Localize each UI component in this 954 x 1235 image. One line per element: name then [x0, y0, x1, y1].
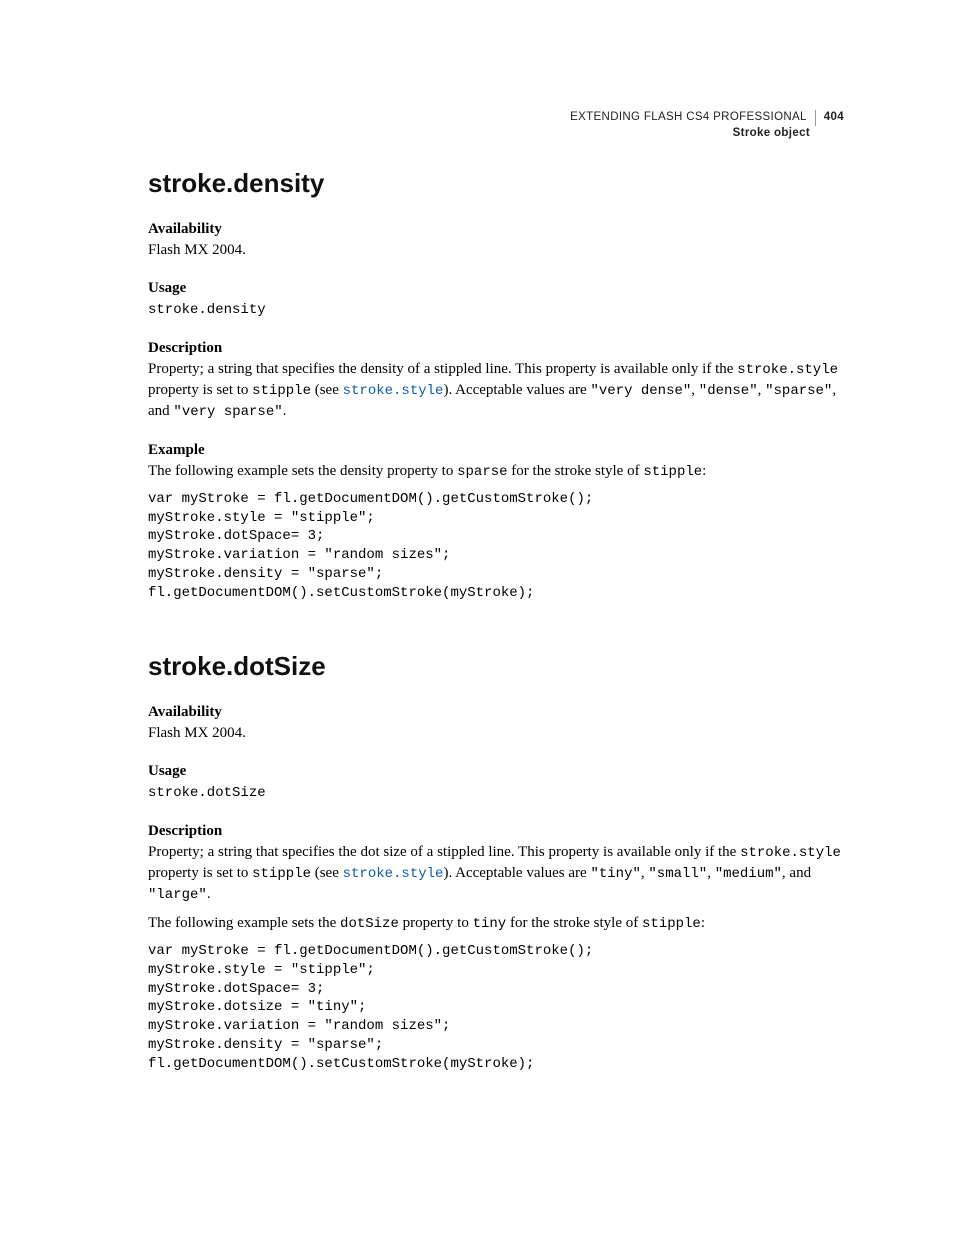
desc-text: , and [782, 865, 811, 881]
section-title-density: stroke.density [148, 168, 844, 199]
example-text: for the stroke style of [506, 915, 642, 931]
desc-text: , [707, 865, 715, 881]
desc-value: "sparse" [765, 383, 832, 399]
desc-text: . [207, 886, 211, 902]
desc-value: "medium" [715, 866, 782, 882]
desc-text: ). Acceptable values are [443, 382, 590, 398]
example-code-block: var myStroke = fl.getDocumentDOM().getCu… [148, 490, 844, 603]
description-text: Property; a string that specifies the de… [148, 359, 844, 422]
example-code-inline: stipple [642, 916, 701, 932]
chapter-label: Stroke object [570, 126, 844, 142]
section-title-dotsize: stroke.dotSize [148, 651, 844, 682]
desc-text: ). Acceptable values are [443, 865, 590, 881]
desc-text: property is set to [148, 865, 252, 881]
desc-value: "very sparse" [173, 404, 282, 420]
desc-text: . [283, 403, 287, 419]
example-intro: The following example sets the density p… [148, 461, 844, 482]
desc-code: stroke.style [740, 845, 841, 861]
example-intro: The following example sets the dotSize p… [148, 913, 844, 934]
availability-heading: Availability [148, 704, 844, 721]
desc-text: (see [311, 382, 343, 398]
example-code-inline: dotSize [340, 916, 399, 932]
desc-code: stipple [252, 383, 311, 399]
desc-value: "tiny" [590, 866, 640, 882]
stroke-style-link[interactable]: stroke.style [343, 866, 444, 882]
availability-text: Flash MX 2004. [148, 240, 844, 260]
example-text: The following example sets the density p… [148, 463, 457, 479]
desc-code: stroke.style [737, 362, 838, 378]
example-text: : [702, 463, 706, 479]
example-code-inline: stipple [643, 464, 702, 480]
availability-heading: Availability [148, 221, 844, 238]
example-text: : [701, 915, 705, 931]
description-text: Property; a string that specifies the do… [148, 842, 844, 905]
desc-value: "very dense" [590, 383, 691, 399]
example-code-inline: sparse [457, 464, 507, 480]
example-text: The following example sets the [148, 915, 340, 931]
desc-code: stipple [252, 866, 311, 882]
desc-value: "dense" [699, 383, 758, 399]
desc-value: "large" [148, 887, 207, 903]
desc-text: (see [311, 865, 343, 881]
description-heading: Description [148, 823, 844, 840]
page: EXTENDING FLASH CS4 PROFESSIONAL404 Stro… [0, 0, 954, 1142]
page-number: 404 [816, 111, 844, 123]
usage-code: stroke.density [148, 302, 266, 318]
usage-code: stroke.dotSize [148, 785, 266, 801]
availability-text: Flash MX 2004. [148, 723, 844, 743]
desc-text: , [691, 382, 699, 398]
desc-text: property is set to [148, 382, 252, 398]
desc-text: Property; a string that specifies the do… [148, 844, 740, 860]
desc-text: , [758, 382, 766, 398]
usage-heading: Usage [148, 280, 844, 297]
running-header: EXTENDING FLASH CS4 PROFESSIONAL404 Stro… [570, 110, 844, 141]
example-text: property to [399, 915, 473, 931]
desc-value: "small" [648, 866, 707, 882]
example-code-inline: tiny [473, 916, 507, 932]
description-heading: Description [148, 340, 844, 357]
example-code-block: var myStroke = fl.getDocumentDOM().getCu… [148, 942, 844, 1074]
desc-text: Property; a string that specifies the de… [148, 361, 737, 377]
book-title: EXTENDING FLASH CS4 PROFESSIONAL [570, 110, 816, 126]
example-heading: Example [148, 442, 844, 459]
stroke-style-link[interactable]: stroke.style [343, 383, 444, 399]
example-text: for the stroke style of [508, 463, 644, 479]
usage-heading: Usage [148, 763, 844, 780]
